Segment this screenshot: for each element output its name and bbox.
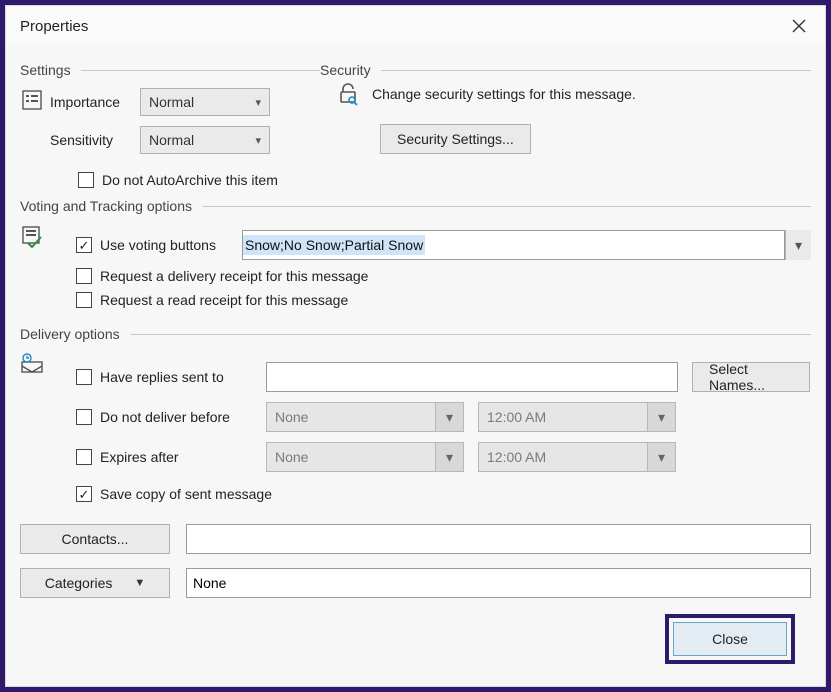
not-before-date-value: None — [267, 403, 435, 431]
expires-checkbox[interactable] — [76, 449, 92, 465]
caret-down-icon: ▼ — [134, 577, 145, 589]
security-description: Change security settings for this messag… — [372, 86, 636, 102]
sensitivity-label: Sensitivity — [50, 132, 140, 148]
read-receipt-label: Request a read receipt for this message — [100, 292, 348, 308]
read-receipt-checkbox[interactable] — [76, 292, 92, 308]
voting-buttons-value: Snow;No Snow;Partial Snow — [243, 235, 425, 255]
no-autoarchive-label: Do not AutoArchive this item — [102, 172, 278, 188]
close-icon[interactable] — [785, 12, 813, 40]
categories-field[interactable]: None — [186, 568, 811, 598]
chevron-down-icon: ▾ — [647, 443, 675, 471]
expires-time-combo[interactable]: 12:00 AM ▾ — [478, 442, 676, 472]
settings-icon — [20, 88, 44, 112]
save-copy-label: Save copy of sent message — [100, 486, 272, 502]
lock-search-icon — [336, 82, 360, 106]
security-header-label: Security — [320, 62, 371, 78]
use-voting-checkbox[interactable] — [76, 237, 92, 253]
sensitivity-combo[interactable]: Normal ▾ — [140, 126, 270, 154]
voting-icon — [20, 224, 44, 248]
not-before-checkbox[interactable] — [76, 409, 92, 425]
importance-value: Normal — [149, 94, 194, 110]
replies-checkbox[interactable] — [76, 369, 92, 385]
settings-header-label: Settings — [20, 62, 71, 78]
security-settings-button[interactable]: Security Settings... — [380, 124, 531, 154]
voting-dropdown-button[interactable]: ▾ — [785, 230, 811, 260]
delivery-header-label: Delivery options — [20, 326, 120, 342]
categories-button[interactable]: Categories ▼ — [20, 568, 170, 598]
sensitivity-value: Normal — [149, 132, 194, 148]
delivery-icon — [20, 352, 44, 376]
voting-header-label: Voting and Tracking options — [20, 198, 192, 214]
dialog-title: Properties — [20, 18, 88, 35]
select-names-button[interactable]: Select Names... — [692, 362, 810, 392]
chevron-down-icon: ▾ — [647, 403, 675, 431]
expires-time-value: 12:00 AM — [479, 443, 647, 471]
settings-header: Settings — [20, 62, 320, 78]
no-autoarchive-checkbox[interactable] — [78, 172, 94, 188]
chevron-down-icon: ▾ — [435, 403, 463, 431]
contacts-button[interactable]: Contacts... — [20, 524, 170, 554]
not-before-label: Do not deliver before — [100, 409, 230, 425]
not-before-time-value: 12:00 AM — [479, 403, 647, 431]
chevron-down-icon: ▾ — [795, 237, 802, 254]
properties-dialog: Properties Settings — [5, 5, 826, 687]
replies-input[interactable] — [266, 362, 678, 392]
chevron-down-icon: ▾ — [435, 443, 463, 471]
delivery-receipt-label: Request a delivery receipt for this mess… — [100, 268, 368, 284]
close-button-highlight: Close — [665, 614, 795, 664]
title-bar: Properties — [6, 6, 825, 46]
voting-buttons-field[interactable]: Snow;No Snow;Partial Snow — [242, 230, 785, 260]
importance-combo[interactable]: Normal ▾ — [140, 88, 270, 116]
close-button[interactable]: Close — [673, 622, 787, 656]
save-copy-checkbox[interactable] — [76, 486, 92, 502]
categories-value: None — [193, 575, 226, 591]
contacts-input[interactable] — [186, 524, 811, 554]
chevron-down-icon: ▾ — [255, 134, 261, 147]
expires-date-combo[interactable]: None ▾ — [266, 442, 464, 472]
expires-date-value: None — [267, 443, 435, 471]
not-before-time-combo[interactable]: 12:00 AM ▾ — [478, 402, 676, 432]
chevron-down-icon: ▾ — [255, 96, 261, 109]
importance-label: Importance — [50, 94, 140, 110]
voting-header: Voting and Tracking options — [20, 198, 811, 214]
replies-label: Have replies sent to — [100, 369, 224, 385]
delivery-receipt-checkbox[interactable] — [76, 268, 92, 284]
delivery-header: Delivery options — [20, 326, 811, 342]
security-header: Security — [320, 62, 811, 78]
expires-label: Expires after — [100, 449, 179, 465]
not-before-date-combo[interactable]: None ▾ — [266, 402, 464, 432]
use-voting-label: Use voting buttons — [100, 237, 242, 253]
